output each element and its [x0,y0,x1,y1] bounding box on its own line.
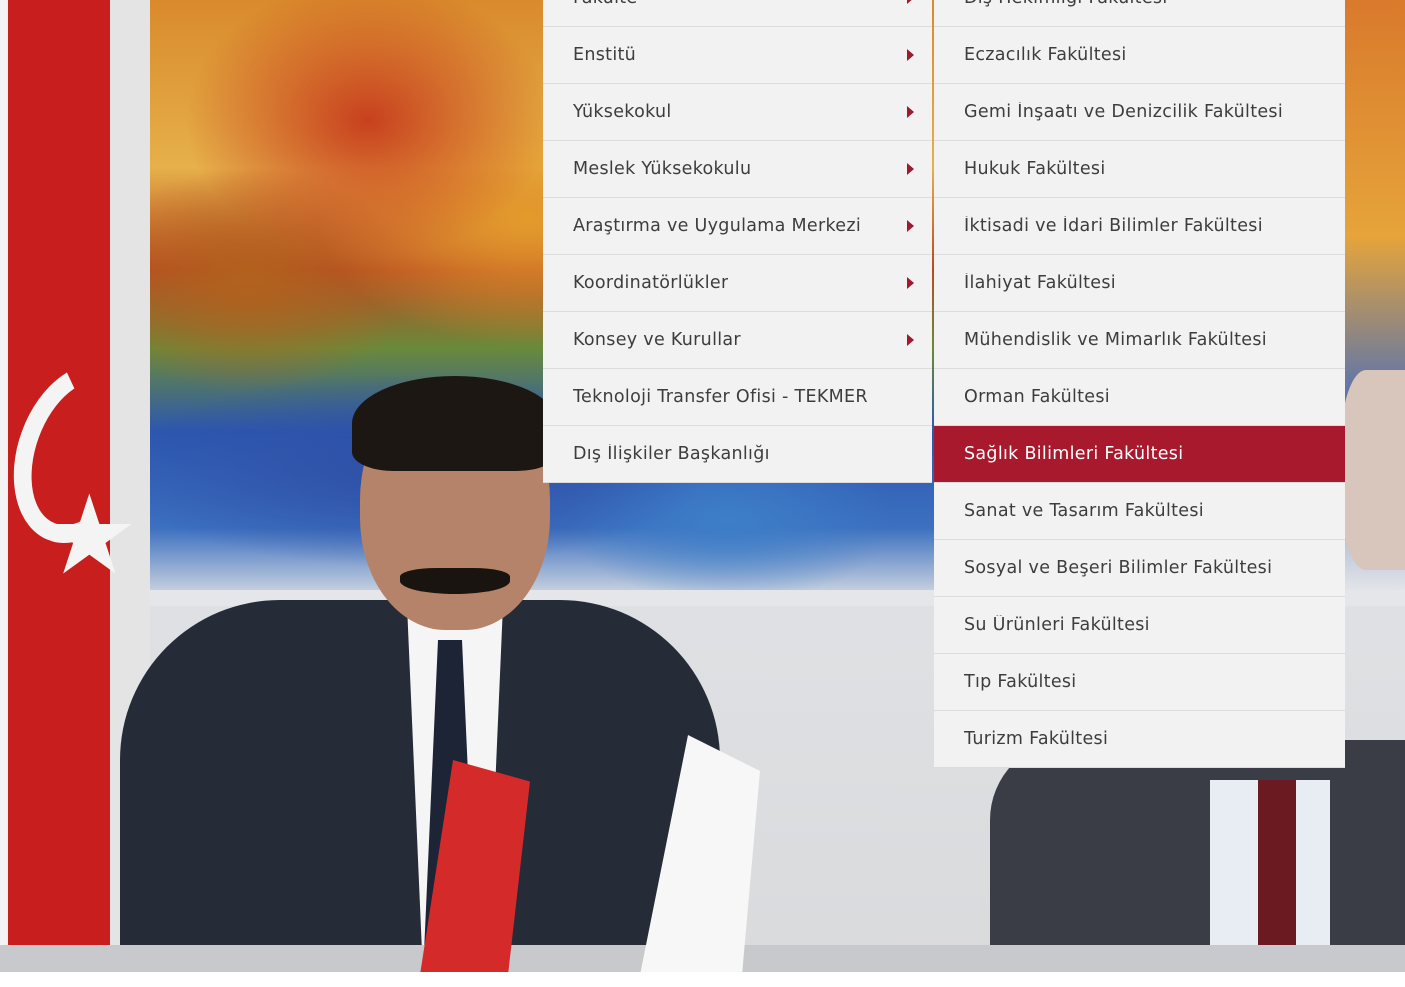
menu-item-teknoloji-transfer[interactable]: Teknoloji Transfer Ofisi - TEKMER [543,369,932,426]
submenu-item-hukuk[interactable]: Hukuk Fakültesi [934,141,1345,198]
caret-right-icon [907,49,914,61]
submenu-item-ilahiyat[interactable]: İlahiyat Fakültesi [934,255,1345,312]
menu-primary-column: Fakülte Enstitü Yüksekokul Meslek Yüksek… [543,0,932,483]
submenu-item-sanat-tasarim[interactable]: Sanat ve Tasarım Fakültesi [934,483,1345,540]
submenu-item-eczacilik[interactable]: Eczacılık Fakültesi [934,27,1345,84]
submenu-item-sosyal-beseri[interactable]: Sosyal ve Beşeri Bilimler Fakültesi [934,540,1345,597]
submenu-item-orman[interactable]: Orman Fakültesi [934,369,1345,426]
caret-right-icon [907,277,914,289]
caret-right-icon [907,0,914,4]
caret-right-icon [907,163,914,175]
submenu-item-label: Mühendislik ve Mimarlık Fakültesi [964,330,1267,350]
submenu-item-label: Orman Fakültesi [964,387,1110,407]
submenu-item-label: Gemi İnşaatı ve Denizcilik Fakültesi [964,102,1284,122]
menu-item-dis-iliskiler[interactable]: Dış İlişkiler Başkanlığı [543,426,932,483]
submenu-item-label: Su Ürünleri Fakültesi [964,615,1150,635]
bottom-strip [0,972,1405,987]
submenu-item-tip[interactable]: Tıp Fakültesi [934,654,1345,711]
submenu-item-label: İlahiyat Fakültesi [964,273,1116,293]
menu-item-fakulte[interactable]: Fakülte [543,0,932,27]
submenu-item-muhendislik-mimarlik[interactable]: Mühendislik ve Mimarlık Fakültesi [934,312,1345,369]
caret-right-icon [907,106,914,118]
menu-item-koordinatorlukler[interactable]: Koordinatörlükler [543,255,932,312]
submenu-item-gemi-insaati[interactable]: Gemi İnşaatı ve Denizcilik Fakültesi [934,84,1345,141]
submenu-item-label: Diş Hekimliği Fakültesi [964,0,1167,8]
submenu-item-label: Sanat ve Tasarım Fakültesi [964,501,1204,521]
submenu-item-su-urunleri[interactable]: Su Ürünleri Fakültesi [934,597,1345,654]
submenu-item-label: Sosyal ve Beşeri Bilimler Fakültesi [964,558,1273,578]
submenu-item-label: İktisadi ve İdari Bilimler Fakültesi [964,216,1263,236]
menu-item-label: Koordinatörlükler [573,273,729,293]
submenu-item-label: Eczacılık Fakültesi [964,45,1127,65]
menu-item-label: Enstitü [573,45,637,65]
menu-item-enstitu[interactable]: Enstitü [543,27,932,84]
menu-item-label: Dış İlişkiler Başkanlığı [573,444,770,464]
menu-item-label: Teknoloji Transfer Ofisi - TEKMER [573,387,868,407]
menu-item-konsey-kurullar[interactable]: Konsey ve Kurullar [543,312,932,369]
submenu-item-label: Sağlık Bilimleri Fakültesi [964,444,1184,464]
submenu-item-turizm[interactable]: Turizm Fakültesi [934,711,1345,768]
mustache [400,568,510,594]
submenu-item-dis-hekimligi[interactable]: Diş Hekimliği Fakültesi [934,0,1345,27]
submenu-item-label: Tıp Fakültesi [964,672,1077,692]
caret-right-icon [907,334,914,346]
menu-item-label: Yüksekokul [573,102,672,122]
menu-item-yuksekokul[interactable]: Yüksekokul [543,84,932,141]
menu-item-label: Meslek Yüksekokulu [573,159,752,179]
caret-right-icon [907,220,914,232]
menu-item-label: Araştırma ve Uygulama Merkezi [573,216,862,236]
submenu-item-saglik-bilimleri[interactable]: Sağlık Bilimleri Fakültesi [934,426,1345,483]
submenu-item-label: Hukuk Fakültesi [964,159,1106,179]
menu-faculty-submenu: Diş Hekimliği Fakültesi Eczacılık Fakült… [934,0,1345,768]
hair [352,376,558,471]
menu-item-arastirma-merkezi[interactable]: Araştırma ve Uygulama Merkezi [543,198,932,255]
menu-item-label: Konsey ve Kurullar [573,330,741,350]
submenu-item-iktisadi-idari[interactable]: İktisadi ve İdari Bilimler Fakültesi [934,198,1345,255]
submenu-item-label: Turizm Fakültesi [964,729,1109,749]
menu-item-meslek-yuksekokulu[interactable]: Meslek Yüksekokulu [543,141,932,198]
suit [990,740,1405,975]
menu-item-label: Fakülte [573,0,637,8]
